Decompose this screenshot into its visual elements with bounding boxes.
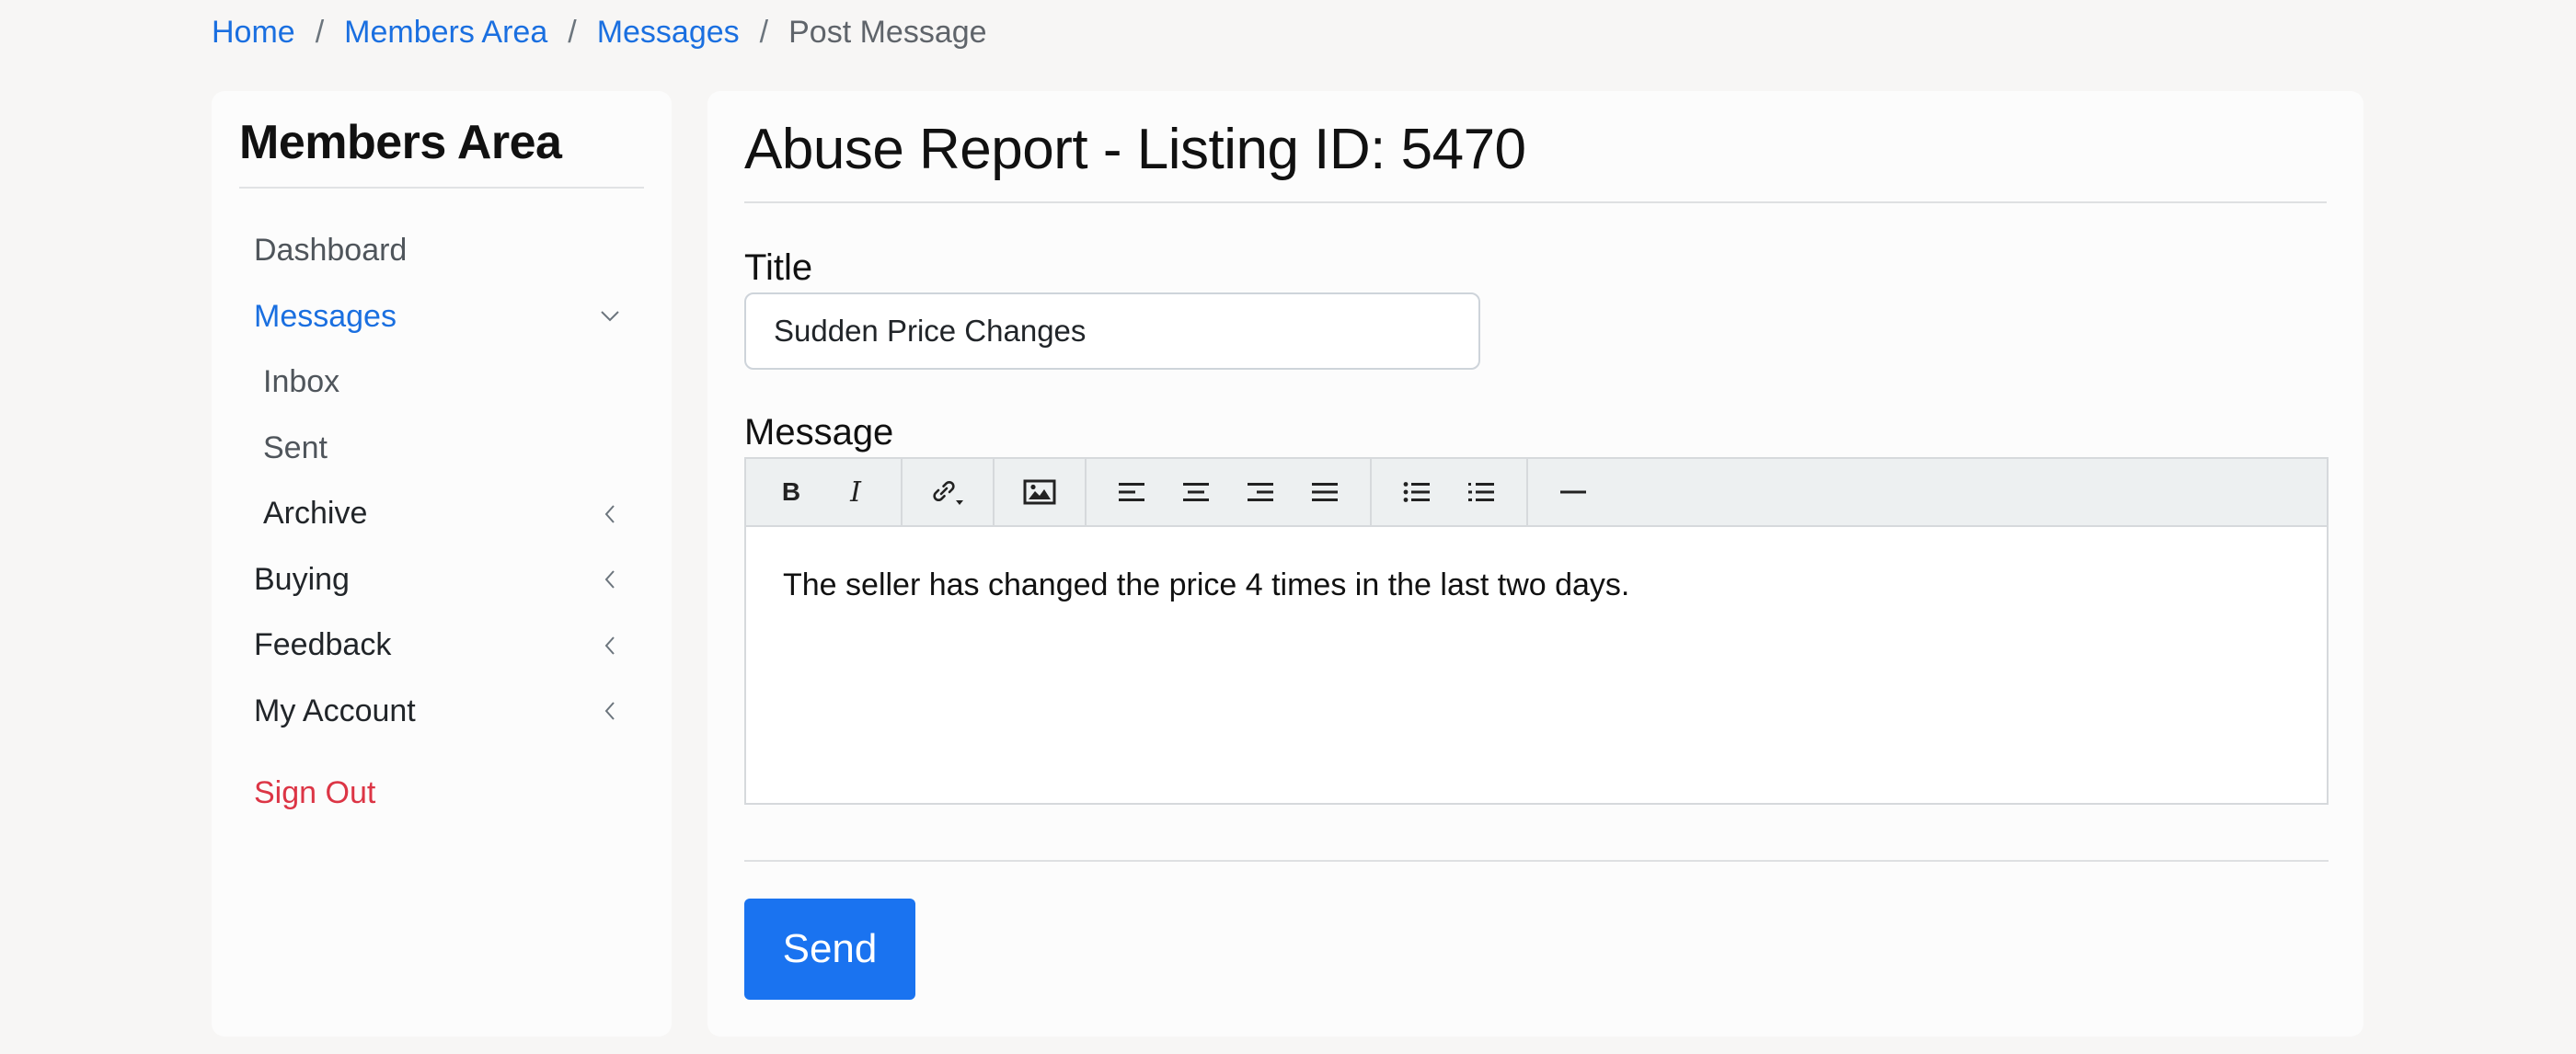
sidebar-item-label: Feedback: [254, 627, 392, 663]
message-body[interactable]: The seller has changed the price 4 times…: [746, 527, 2327, 803]
sidebar-item-archive[interactable]: Archive: [239, 481, 644, 547]
chevron-left-icon: [596, 566, 624, 593]
title-input[interactable]: [744, 292, 1480, 370]
align-right-button[interactable]: [1228, 459, 1293, 525]
chevron-left-icon: [596, 632, 624, 659]
sidebar-item-label: Buying: [254, 561, 350, 597]
align-left-icon: [1119, 483, 1144, 501]
toolbar-group-align: [1087, 459, 1372, 525]
toolbar-group-link: [903, 459, 995, 525]
sidebar-item-label: Dashboard: [254, 233, 408, 269]
sidebar-item-dashboard[interactable]: Dashboard: [239, 218, 644, 284]
align-left-button[interactable]: [1099, 459, 1164, 525]
sign-out-label: Sign Out: [254, 775, 376, 811]
sidebar-item-label: Archive: [263, 496, 368, 532]
sidebar-item-buying[interactable]: Buying: [239, 547, 644, 613]
italic-button[interactable]: I: [823, 459, 888, 525]
horizontal-rule-icon: [1560, 490, 1586, 494]
link-button[interactable]: [915, 459, 980, 525]
link-icon: [933, 480, 963, 505]
horizontal-rule-button[interactable]: [1541, 459, 1605, 525]
sign-out-link[interactable]: Sign Out: [239, 761, 644, 827]
breadcrumb-members-area[interactable]: Members Area: [344, 15, 547, 51]
sidebar-item-label: Sent: [263, 430, 328, 465]
form-divider: [744, 860, 2329, 862]
align-center-button[interactable]: [1164, 459, 1228, 525]
align-justify-button[interactable]: [1293, 459, 1357, 525]
breadcrumb-messages[interactable]: Messages: [597, 15, 740, 51]
toolbar-group-media: [995, 459, 1087, 525]
toolbar-group-format: B I: [746, 459, 903, 525]
image-icon: [1023, 479, 1056, 505]
sidebar-item-label: Inbox: [263, 364, 340, 400]
message-label: Message: [744, 412, 894, 453]
sidebar-title: Members Area: [239, 115, 644, 189]
numbered-list-icon: [1468, 483, 1494, 501]
chevron-left-icon: [596, 500, 624, 528]
chevron-left-icon: [596, 697, 624, 725]
bullet-list-button[interactable]: [1385, 459, 1449, 525]
breadcrumb-separator: /: [568, 14, 577, 50]
sidebar-item-messages[interactable]: Messages: [239, 284, 644, 350]
title-label: Title: [744, 247, 813, 288]
breadcrumb-home[interactable]: Home: [212, 15, 295, 51]
breadcrumb-separator: /: [315, 14, 325, 50]
sidebar-item-label: Messages: [254, 298, 397, 334]
image-button[interactable]: [1007, 459, 1072, 525]
main-panel: Abuse Report - Listing ID: 5470 Title Me…: [707, 91, 2363, 1037]
sidebar-item-inbox[interactable]: Inbox: [239, 349, 644, 416]
sidebar: Members Area Dashboard Messages Inbox Se…: [212, 91, 672, 1037]
toolbar-group-lists: [1372, 459, 1528, 525]
align-center-icon: [1183, 483, 1209, 501]
editor-toolbar: B I: [746, 459, 2327, 527]
breadcrumb-separator: /: [759, 14, 769, 50]
sidebar-item-label: My Account: [254, 693, 416, 728]
align-right-icon: [1248, 483, 1273, 501]
sidebar-item-feedback[interactable]: Feedback: [239, 613, 644, 679]
numbered-list-button[interactable]: [1449, 459, 1513, 525]
breadcrumb: Home / Members Area / Messages / Post Me…: [212, 11, 987, 53]
toolbar-group-insert: [1528, 459, 1618, 525]
sidebar-item-sent[interactable]: Sent: [239, 416, 644, 482]
align-justify-icon: [1312, 483, 1338, 501]
page-title: Abuse Report - Listing ID: 5470: [744, 91, 2327, 203]
send-button[interactable]: Send: [744, 899, 915, 1000]
message-editor: B I The seller has changed the price 4 t…: [744, 457, 2329, 805]
sidebar-item-my-account[interactable]: My Account: [239, 679, 644, 745]
bold-button[interactable]: B: [759, 459, 823, 525]
bullet-list-icon: [1403, 482, 1430, 502]
chevron-down-icon: [596, 303, 624, 330]
breadcrumb-current: Post Message: [788, 14, 987, 50]
